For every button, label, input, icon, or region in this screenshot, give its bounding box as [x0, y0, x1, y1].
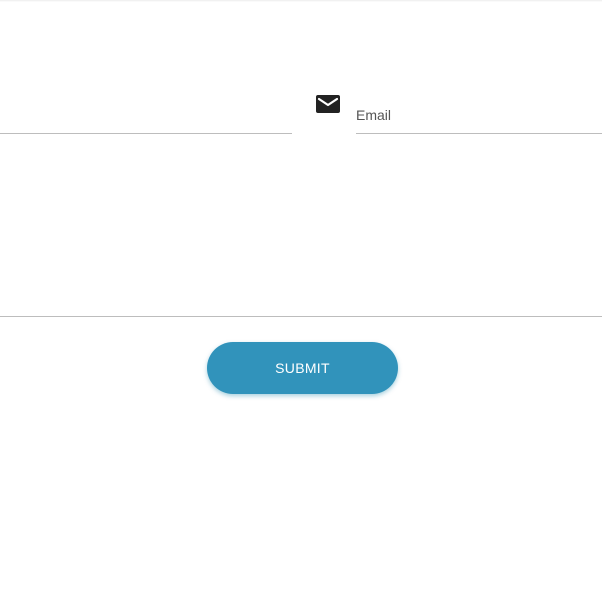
email-input[interactable] [356, 96, 602, 133]
email-field-underline [356, 133, 602, 134]
message-field-underline [0, 316, 602, 317]
submit-button[interactable]: SUBMIT [207, 342, 398, 394]
header-shadow [0, 0, 602, 2]
message-textarea[interactable] [0, 160, 602, 316]
message-field[interactable] [0, 160, 602, 317]
contact-form-page: SUBMIT [0, 0, 602, 600]
email-field[interactable] [356, 96, 602, 134]
name-field-underline [0, 133, 292, 134]
mail-icon [316, 95, 340, 113]
name-field[interactable] [0, 94, 292, 134]
